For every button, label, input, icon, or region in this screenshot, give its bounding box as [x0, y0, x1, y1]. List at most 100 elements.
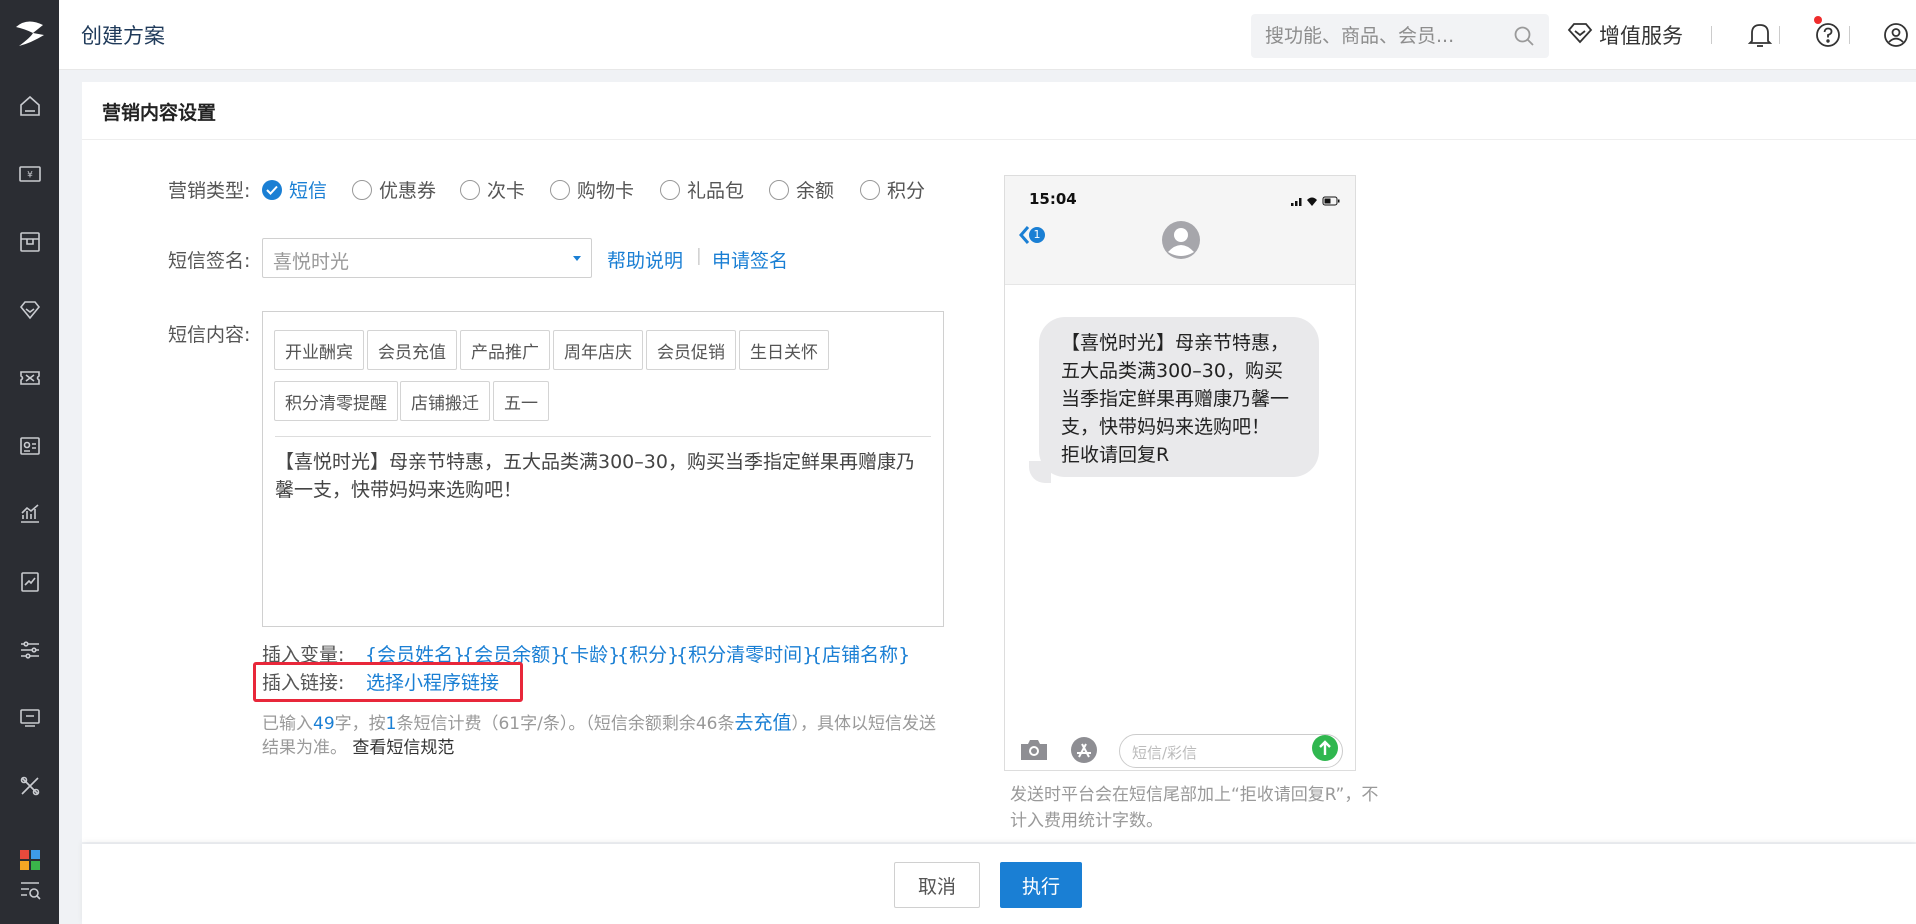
radio-circle [460, 179, 480, 200]
radio-label: 购物卡 [577, 180, 635, 202]
dropdown-arrow-icon [573, 256, 581, 261]
char-count-info: 已输入49字，按1条短信计费（61字/条）。（短信余额剩余46条去充值），具体以… [262, 711, 952, 760]
count-text: 字，按 [334, 714, 386, 734]
bubble-line: 拒收请回复R [1061, 444, 1170, 466]
help-icon[interactable] [1813, 20, 1843, 50]
menu-search-icon[interactable] [16, 876, 44, 904]
template-tag[interactable]: 会员充值 [367, 330, 457, 370]
device-icon[interactable] [16, 704, 44, 732]
apps-grid-icon[interactable] [16, 846, 44, 874]
section-title: 营销内容设置 [102, 102, 217, 124]
svg-text:¥: ¥ [27, 171, 33, 181]
toolbar-divider [1779, 26, 1780, 44]
signature-value: 喜悦时光 [273, 251, 350, 273]
top-bar: 创建方案 增值服务 [59, 0, 1916, 70]
template-tag[interactable]: 开业酬宾 [274, 330, 364, 370]
radio-label: 次卡 [487, 180, 526, 202]
search-icon[interactable] [1513, 25, 1535, 51]
template-tag[interactable]: 积分清零提醒 [274, 381, 398, 421]
help-link[interactable]: 帮助说明 [607, 246, 683, 273]
template-tag[interactable]: 会员促销 [646, 330, 736, 370]
count-text: 条短信计费（61字/条）。（短信余额剩余46条 [396, 714, 735, 734]
radio-circle [550, 179, 570, 200]
bubble-line: 当季指定鲜果再赠康乃馨一 [1061, 388, 1290, 410]
radio-circle [860, 179, 880, 200]
signature-label: 短信签名: [168, 250, 251, 272]
template-tag[interactable]: 周年店庆 [553, 330, 643, 370]
divider [275, 436, 931, 437]
user-account-icon[interactable] [1881, 20, 1911, 50]
radio-coupon[interactable]: 优惠券 [352, 176, 436, 203]
toolbar-divider [1849, 26, 1850, 44]
radio-sms[interactable]: 短信 [262, 176, 327, 203]
search-input[interactable] [1265, 14, 1505, 58]
message-input: 短信/彩信 [1119, 734, 1343, 768]
tools-icon[interactable] [16, 772, 44, 800]
bubble-tail [1029, 461, 1051, 483]
phone-preview: 15:04 1 【喜悦时光】母亲节特惠， 五大品类满300–30，购买 当季指定… [1004, 175, 1356, 771]
vip-service-label: 增值服务 [1599, 24, 1683, 48]
radio-circle [352, 179, 372, 200]
message-bubble: 【喜悦时光】母亲节特惠， 五大品类满300–30，购买 当季指定鲜果再赠康乃馨一… [1039, 317, 1319, 477]
radio-points[interactable]: 积分 [860, 176, 925, 203]
template-tag[interactable]: 五一 [493, 381, 549, 421]
highlight-box [253, 662, 523, 702]
phone-time: 15:04 [1029, 190, 1077, 208]
recharge-link[interactable]: 去充值 [734, 712, 791, 734]
radio-label: 礼品包 [687, 180, 745, 202]
signature-select[interactable]: 喜悦时光 [262, 238, 592, 278]
variable-link[interactable]: {店铺名称} [810, 640, 910, 667]
radio-circle [660, 179, 680, 200]
radio-label: 短信 [289, 180, 328, 202]
template-tag[interactable]: 生日关怀 [739, 330, 829, 370]
message-count: 1 [385, 714, 397, 734]
marketing-type-label: 营销类型: [168, 180, 251, 202]
sms-content-box[interactable]: 开业酬宾 会员充值 产品推广 周年店庆 会员促销 生日关怀 积分清零提醒 店铺搬… [262, 311, 944, 627]
count-text: 已输入 [262, 714, 313, 734]
radio-label: 优惠券 [379, 180, 437, 202]
char-count: 49 [313, 714, 335, 734]
page-title: 创建方案 [81, 24, 165, 48]
vip-service-button[interactable]: 增值服务 [1567, 20, 1683, 50]
sms-spec-link[interactable]: 查看短信规范 [352, 738, 454, 758]
radio-circle [769, 179, 789, 200]
check-icon [262, 179, 282, 200]
radio-balance[interactable]: 余额 [769, 176, 834, 203]
report-chart-icon[interactable] [16, 500, 44, 528]
marketing-ticket-icon[interactable] [16, 364, 44, 392]
search-box[interactable] [1251, 14, 1549, 58]
template-tag[interactable]: 产品推广 [460, 330, 550, 370]
link-separator: | [696, 246, 702, 266]
settings-sliders-icon[interactable] [16, 636, 44, 664]
goods-icon[interactable] [16, 228, 44, 256]
footer-bar: 取消 执行 [82, 844, 1916, 924]
bell-icon[interactable] [1745, 20, 1775, 50]
camera-icon [1019, 738, 1049, 766]
finance-icon[interactable] [16, 568, 44, 596]
section-header: 营销内容设置 [82, 82, 1916, 140]
member-diamond-icon[interactable] [16, 296, 44, 324]
template-tag[interactable]: 店铺搬迁 [400, 381, 490, 421]
unread-badge: 1 [1029, 227, 1045, 243]
variable-link[interactable]: {卡龄} [558, 640, 620, 667]
radio-shopping-card[interactable]: 购物卡 [550, 176, 634, 203]
radio-label: 余额 [796, 180, 835, 202]
apply-signature-link[interactable]: 申请签名 [712, 246, 788, 273]
variable-link[interactable]: {积分清零时间} [676, 640, 814, 667]
home-icon[interactable] [16, 92, 44, 120]
content-label: 短信内容: [168, 324, 251, 346]
sms-text-editor[interactable]: 【喜悦时光】母亲节特惠，五大品类满300–30，购买当季指定鲜果再赠康乃馨一支，… [275, 448, 931, 504]
radio-times-card[interactable]: 次卡 [460, 176, 525, 203]
execute-button[interactable]: 执行 [1000, 862, 1082, 908]
app-logo-icon[interactable] [0, 0, 59, 68]
bubble-line: 支，快带妈妈来选购吧！ [1061, 416, 1271, 438]
bubble-line: 五大品类满300–30，购买 [1061, 360, 1283, 382]
cancel-button[interactable]: 取消 [894, 862, 980, 908]
variable-link[interactable]: {积分} [617, 640, 679, 667]
radio-label: 积分 [887, 180, 926, 202]
cashier-icon[interactable]: ¥ [16, 160, 44, 188]
bubble-line: 【喜悦时光】母亲节特惠， [1061, 332, 1290, 354]
radio-gift-pack[interactable]: 礼品包 [660, 176, 744, 203]
status-bar-icons [1291, 192, 1341, 211]
staff-card-icon[interactable] [16, 432, 44, 460]
